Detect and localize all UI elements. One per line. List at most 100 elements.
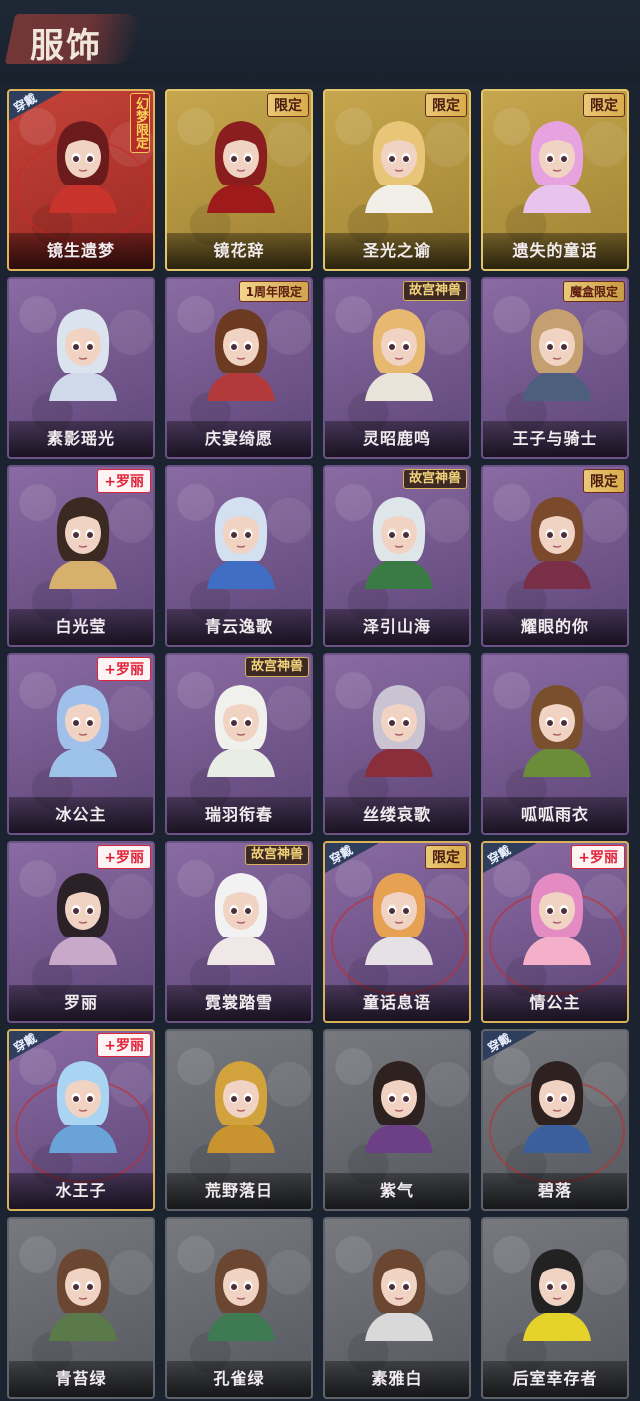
character-portrait [365, 873, 433, 965]
badge-luoli: +罗丽 [571, 845, 625, 869]
character-portrait [523, 873, 591, 965]
outfit-name: 青苔绿 [55, 1369, 107, 1388]
outfit-card[interactable]: 圣光之谕 限定 [323, 89, 471, 271]
outfit-name: 童话息语 [362, 993, 431, 1012]
badge-limited: 限定 [583, 93, 625, 117]
character-portrait [207, 1249, 275, 1341]
outfit-name: 泽引山海 [362, 617, 431, 636]
character-portrait [49, 1061, 117, 1153]
outfit-name: 素影瑶光 [46, 429, 115, 448]
outfit-name: 霓裳踏雪 [204, 993, 273, 1012]
badge-luoli: +罗丽 [97, 469, 151, 493]
character-portrait [365, 121, 433, 213]
outfit-name: 水王子 [55, 1181, 107, 1200]
outfit-name: 王子与骑士 [512, 429, 598, 448]
character-portrait [207, 121, 275, 213]
badge-limited: 限定 [583, 469, 625, 493]
badge-gugong: 故宫神兽 [402, 281, 467, 301]
character-portrait [49, 873, 117, 965]
character-portrait [207, 873, 275, 965]
outfit-card[interactable]: 镜花辞 限定 [165, 89, 313, 271]
character-portrait [523, 309, 591, 401]
outfit-name: 青云逸歌 [204, 617, 273, 636]
outfit-name: 庆宴绮愿 [204, 429, 273, 448]
outfit-name: 紫气 [379, 1181, 414, 1200]
outfit-name: 圣光之谕 [362, 241, 431, 260]
badge-luoli: +罗丽 [97, 657, 151, 681]
outfit-name: 耀眼的你 [520, 617, 589, 636]
outfit-card[interactable]: 罗丽 +罗丽 [7, 841, 155, 1023]
character-portrait [207, 1061, 275, 1153]
character-portrait [365, 497, 433, 589]
outfit-card[interactable]: 情公主 +罗丽 穿戴 [481, 841, 629, 1023]
outfit-name: 碧落 [537, 1181, 572, 1200]
badge-anniv: 1周年限定 [238, 281, 309, 302]
outfit-card[interactable]: 泽引山海 故宫神兽 [323, 465, 471, 647]
badge-limited: 限定 [425, 845, 467, 869]
outfit-card[interactable]: 瑞羽衔春 故宫神兽 [165, 653, 313, 835]
badge-gugong: 故宫神兽 [244, 845, 309, 865]
outfit-name: 后室幸存者 [512, 1369, 598, 1388]
character-portrait [207, 309, 275, 401]
outfit-card[interactable]: 呱呱雨衣 [481, 653, 629, 835]
outfit-card[interactable]: 丝缕哀歌 [323, 653, 471, 835]
character-portrait [365, 1249, 433, 1341]
character-portrait [523, 1061, 591, 1153]
outfit-card[interactable]: 灵昭鹿鸣 故宫神兽 [323, 277, 471, 459]
outfit-name: 孔雀绿 [213, 1369, 265, 1388]
outfit-card[interactable]: 孔雀绿 [165, 1217, 313, 1399]
outfit-card[interactable]: 童话息语 限定 穿戴 [323, 841, 471, 1023]
outfit-card[interactable]: 镜生遗梦 幻梦限定 穿戴 [7, 89, 155, 271]
header-bar: 服饰 [0, 0, 640, 82]
outfit-card[interactable]: 素雅白 [323, 1217, 471, 1399]
outfit-name: 情公主 [529, 993, 581, 1012]
badge-gugong: 故宫神兽 [244, 657, 309, 677]
badge-mengling: 幻梦限定 [130, 93, 150, 153]
character-portrait [49, 1249, 117, 1341]
character-portrait [49, 497, 117, 589]
outfit-name: 呱呱雨衣 [520, 805, 589, 824]
outfit-card[interactable]: 霓裳踏雪 故宫神兽 [165, 841, 313, 1023]
outfit-name: 白光莹 [55, 617, 107, 636]
character-portrait [49, 309, 117, 401]
outfit-card[interactable]: 庆宴绮愿 1周年限定 [165, 277, 313, 459]
character-portrait [523, 685, 591, 777]
character-portrait [523, 121, 591, 213]
outfit-card[interactable]: 碧落 穿戴 [481, 1029, 629, 1211]
outfit-name: 瑞羽衔春 [204, 805, 273, 824]
outfit-card[interactable]: 紫气 [323, 1029, 471, 1211]
badge-mohe: 魔盒限定 [562, 281, 625, 302]
character-portrait [523, 497, 591, 589]
badge-limited: 限定 [425, 93, 467, 117]
badge-luoli: +罗丽 [97, 845, 151, 869]
character-portrait [523, 1249, 591, 1341]
outfit-card[interactable]: 耀眼的你 限定 [481, 465, 629, 647]
badge-luoli: +罗丽 [97, 1033, 151, 1057]
outfit-card[interactable]: 白光莹 +罗丽 [7, 465, 155, 647]
outfit-card[interactable]: 青苔绿 [7, 1217, 155, 1399]
page-title: 服饰 [30, 26, 102, 66]
outfit-card[interactable]: 遗失的童话 限定 [481, 89, 629, 271]
outfit-name: 冰公主 [55, 805, 107, 824]
outfit-card[interactable]: 后室幸存者 [481, 1217, 629, 1399]
outfit-name: 镜生遗梦 [46, 241, 115, 260]
outfit-card[interactable]: 青云逸歌 [165, 465, 313, 647]
outfit-card[interactable]: 王子与骑士 魔盒限定 [481, 277, 629, 459]
outfit-name: 遗失的童话 [512, 241, 598, 260]
outfit-card[interactable]: 素影瑶光 [7, 277, 155, 459]
character-portrait [49, 685, 117, 777]
character-portrait [49, 121, 117, 213]
character-portrait [365, 1061, 433, 1153]
outfit-name: 罗丽 [63, 993, 98, 1012]
outfit-card[interactable]: 冰公主 +罗丽 [7, 653, 155, 835]
badge-limited: 限定 [267, 93, 309, 117]
outfit-grid: 镜生遗梦 幻梦限定 穿戴 镜花辞 限定 圣光之谕 限定 遗失的童话 限定 素影瑶光 庆宴绮愿 1周年限… [0, 86, 640, 1401]
outfit-card[interactable]: 荒野落日 [165, 1029, 313, 1211]
outfit-card[interactable]: 水王子 +罗丽 穿戴 [7, 1029, 155, 1211]
outfit-name: 荒野落日 [204, 1181, 273, 1200]
outfit-name: 镜花辞 [213, 241, 265, 260]
character-portrait [365, 685, 433, 777]
outfit-name: 丝缕哀歌 [362, 805, 431, 824]
badge-gugong: 故宫神兽 [402, 469, 467, 489]
character-portrait [365, 309, 433, 401]
